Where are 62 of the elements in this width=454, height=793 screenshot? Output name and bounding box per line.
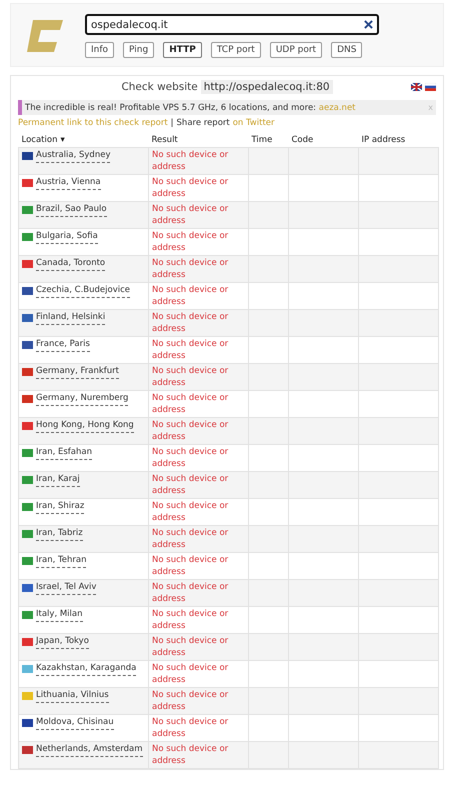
table-cell: [288, 418, 358, 444]
result-text: No such device or address: [152, 690, 228, 712]
result-text: No such device or address: [152, 231, 228, 252]
table-cell: [288, 310, 358, 336]
table-cell: [288, 580, 358, 606]
column-header: Time: [252, 134, 272, 144]
tab[interactable]: DNS: [331, 42, 362, 58]
result-text: No such device or address: [152, 312, 228, 334]
result-text: No such device or address: [152, 393, 228, 414]
table-cell: [288, 472, 358, 498]
location-link[interactable]: Iran, Shiraz: [36, 501, 84, 514]
result-text: No such device or address: [152, 366, 228, 388]
tab[interactable]: TCP port: [210, 42, 261, 58]
column-header: IP address: [362, 134, 406, 144]
location-link[interactable]: Japan, Tokyo: [36, 636, 89, 648]
location-link[interactable]: Iran, Tabriz: [36, 528, 83, 540]
column-header: Result: [152, 134, 178, 144]
location-link[interactable]: Iran, Karaj: [36, 474, 80, 486]
location-link[interactable]: France, Paris: [36, 339, 90, 352]
location-link[interactable]: Iran, Tehran: [36, 555, 86, 568]
result-text: No such device or address: [152, 636, 228, 658]
table-cell: [288, 148, 358, 174]
result-text: No such device or address: [152, 609, 228, 630]
column-header[interactable]: Location: [22, 134, 58, 144]
result-text: No such device or address: [152, 420, 228, 442]
table-cell: [288, 688, 358, 714]
result-text: No such device or address: [152, 150, 228, 172]
tab[interactable]: Info: [85, 42, 114, 58]
tab[interactable]: Ping: [123, 42, 154, 58]
table-cell: [288, 526, 358, 552]
checked-url: http://ospedalecoq.it:80: [200, 80, 333, 94]
ad-text: The incredible is real! Profitable VPS 5.7 GHz, 6 locations, and more: aeza.net: [25, 102, 356, 112]
result-text: No such device or address: [152, 744, 228, 766]
location-link[interactable]: Italy, Milan: [36, 609, 82, 622]
clear-icon[interactable]: [364, 20, 373, 29]
result-text: No such device or address: [152, 501, 228, 522]
result-text: No such device or address: [152, 447, 228, 468]
table-cell: [288, 634, 358, 660]
result-text: No such device or address: [152, 285, 228, 306]
result-text: No such device or address: [152, 177, 228, 198]
result-text: No such device or address: [152, 258, 228, 280]
separator: |: [170, 118, 174, 128]
flag-icon[interactable]: [411, 83, 422, 91]
tab[interactable]: HTTP: [163, 42, 202, 58]
result-text: No such device or address: [152, 339, 228, 360]
result-text: No such device or address: [152, 204, 228, 226]
share-text: Share report: [176, 118, 230, 128]
result-text: No such device or address: [152, 528, 228, 550]
tab[interactable]: UDP port: [270, 42, 322, 58]
result-text: No such device or address: [152, 663, 228, 684]
table-cell: [288, 256, 358, 282]
search-field[interactable]: ospedalecoq.it: [85, 14, 379, 35]
sort-icon[interactable]: ▾: [60, 134, 65, 144]
check-title: Check website: [121, 81, 198, 93]
table-cell: [288, 364, 358, 390]
result-text: No such device or address: [152, 555, 228, 576]
column-header: Code: [292, 134, 314, 144]
result-text: No such device or address: [152, 717, 228, 738]
result-text: No such device or address: [152, 474, 228, 496]
location-link[interactable]: Iran, Esfahan: [36, 447, 92, 460]
table-cell: [288, 202, 358, 228]
result-text: No such device or address: [152, 582, 228, 604]
